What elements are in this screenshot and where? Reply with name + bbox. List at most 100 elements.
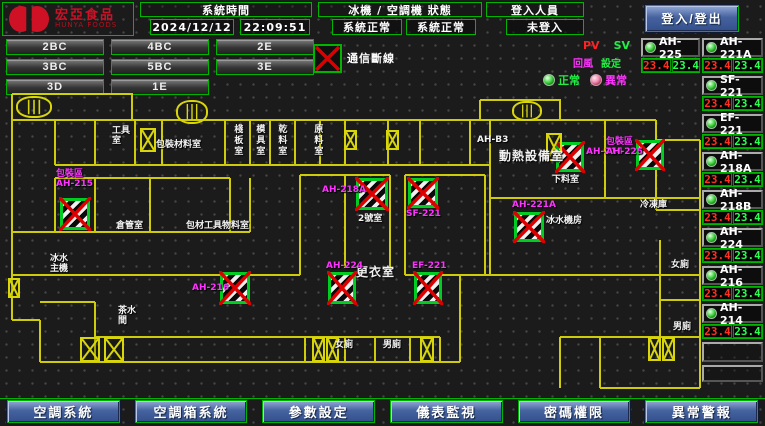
- unit-values-row: 23.423.4: [702, 172, 763, 187]
- equipment-marker-ah-215[interactable]: [60, 198, 90, 230]
- door-marker: [344, 130, 357, 150]
- status-legend: PV SV 回風 設定 正常 異常: [537, 39, 639, 91]
- unit-pv-value: 23.4: [703, 249, 732, 262]
- unit-name-label: AH-224: [720, 225, 761, 251]
- equipment-label-ah-215: 包裝區 AH-215: [56, 170, 93, 190]
- equipment-marker-ef-221[interactable]: [414, 272, 442, 304]
- unit-ah-224[interactable]: AH-22423.423.4: [702, 228, 763, 263]
- door-x-icon: [388, 132, 397, 148]
- floor-button-2bc[interactable]: 2BC: [6, 39, 104, 55]
- unit-sv-value: 23.4: [733, 135, 762, 148]
- offline-x-icon: [327, 271, 357, 305]
- login-logout-button[interactable]: 登入/登出: [645, 5, 739, 32]
- unit-name-row[interactable]: AH-224: [702, 228, 763, 247]
- unit-name-label: EF-221: [720, 111, 761, 137]
- equipment-marker-ah-224[interactable]: [328, 272, 356, 304]
- equipment-marker-ah-221a[interactable]: [514, 212, 544, 242]
- unit-values-row: 23.423.4: [702, 286, 763, 301]
- unit-sv-value: 23.4: [733, 325, 762, 338]
- floor-button-4bc[interactable]: 4BC: [111, 39, 209, 55]
- unit-values-row: 23.423.4: [702, 134, 763, 149]
- unit-ah-216[interactable]: AH-21623.423.4: [702, 266, 763, 301]
- unit-name-label: AH-218B: [720, 187, 761, 213]
- room-label: 工具 室: [112, 126, 130, 147]
- chiller-status-value: 系統正常: [332, 19, 402, 35]
- unit-name-row[interactable]: AH-225: [641, 38, 700, 57]
- floor-button-3bc[interactable]: 3BC: [6, 59, 104, 75]
- room-label: 包裝材料室: [156, 140, 201, 150]
- bottom-tab--[interactable]: 參數設定: [262, 400, 375, 423]
- unit-pv-value: 23.4: [703, 97, 732, 110]
- unit-ah-218a[interactable]: AH-218A23.423.4: [702, 152, 763, 187]
- unit-ah-225[interactable]: AH-22523.423.4: [641, 38, 700, 73]
- equipment-marker-sf-221[interactable]: [408, 178, 438, 208]
- offline-x-icon: [513, 211, 545, 243]
- floor-button-3e[interactable]: 3E: [216, 59, 314, 75]
- unit-sf-221[interactable]: SF-22123.423.4: [702, 76, 763, 111]
- equipment-label-ah-225: 包裝區 AH-225: [606, 138, 643, 158]
- brand-name: 宏亞食品: [55, 9, 117, 23]
- door-x-icon: [82, 339, 98, 360]
- unit-empty-slot: [702, 365, 763, 382]
- bottom-tab--[interactable]: 空調箱系統: [135, 400, 248, 423]
- unit-pv-value: 23.4: [703, 59, 732, 72]
- door-marker: [80, 337, 100, 362]
- door-x-icon: [650, 339, 659, 359]
- room-label: 男廁: [673, 322, 691, 332]
- system-date-value: 2024/12/12: [150, 19, 234, 35]
- unit-sv-value: 23.4: [672, 59, 701, 72]
- unit-name-row[interactable]: AH-214: [702, 304, 763, 323]
- unit-name-label: AH-218A: [720, 149, 761, 175]
- room-label: 模具室: [254, 124, 264, 157]
- unit-sv-value: 23.4: [733, 59, 762, 72]
- legend-normal-led: [543, 74, 555, 86]
- room-label: 冰水機房: [546, 216, 582, 226]
- room-label: 倉管室: [116, 221, 143, 231]
- system-time-value: 22:09:51: [240, 19, 310, 35]
- door-marker: [8, 278, 20, 298]
- unit-led: [706, 308, 717, 319]
- unit-name-row[interactable]: AH-218B: [702, 190, 763, 209]
- unit-name-row[interactable]: AH-216: [702, 266, 763, 285]
- unit-name-row[interactable]: SF-221: [702, 76, 763, 95]
- unit-led: [706, 42, 717, 53]
- legend-normal-label: 正常: [558, 72, 580, 88]
- unit-ef-221[interactable]: EF-22123.423.4: [702, 114, 763, 149]
- equipment-label-ah-221a: AH-221A: [512, 201, 556, 211]
- bottom-tab--[interactable]: 空調系統: [7, 400, 120, 423]
- equipment-label-ah-224: AH-224: [326, 262, 363, 272]
- floor-button-5bc[interactable]: 5BC: [111, 59, 209, 75]
- room-label: 棧板室: [232, 124, 242, 157]
- room-label: 女廁: [335, 340, 353, 350]
- unit-led: [706, 80, 717, 91]
- unit-ah-218b[interactable]: AH-218B23.423.4: [702, 190, 763, 225]
- unit-name-row[interactable]: AH-218A: [702, 152, 763, 171]
- unit-name-row[interactable]: AH-221A: [702, 38, 763, 57]
- brand-subtitle: HUNYA FOODS: [55, 22, 117, 29]
- legend-pv-desc: 回風: [573, 55, 593, 70]
- room-label: AH-B3: [477, 135, 508, 145]
- system-time-label: 系統時間: [140, 2, 312, 17]
- bottom-tab--[interactable]: 儀表監視: [390, 400, 503, 423]
- unit-ah-214[interactable]: AH-21423.423.4: [702, 304, 763, 339]
- equipment-label-ef-221: EF-221: [412, 262, 447, 272]
- floor-button-2e[interactable]: 2E: [216, 39, 314, 55]
- door-x-icon: [106, 339, 122, 360]
- bottom-tab--[interactable]: 密碼權限: [518, 400, 631, 423]
- door-x-icon: [10, 280, 18, 296]
- room-label: 冷凍庫: [640, 200, 667, 210]
- unit-pv-value: 23.4: [703, 173, 732, 186]
- machine-status-label: 冰機 / 空調機 狀態: [318, 2, 482, 17]
- unit-name-row[interactable]: EF-221: [702, 114, 763, 133]
- unit-led: [706, 156, 717, 167]
- unit-sv-value: 23.4: [733, 173, 762, 186]
- equipment-label-ah-216: AH-216: [192, 284, 229, 294]
- unit-ah-221a[interactable]: AH-221A 23.423.4: [702, 38, 763, 73]
- door-x-icon: [664, 339, 673, 359]
- offline-x-icon: [413, 271, 443, 305]
- bottom-tab--[interactable]: 異常警報: [645, 400, 758, 423]
- room-label: 茶水 間: [118, 306, 136, 327]
- unit-pv-value: 23.4: [703, 135, 732, 148]
- ahu-status-value: 系統正常: [406, 19, 476, 35]
- unit-name-label: SF-221: [720, 73, 761, 99]
